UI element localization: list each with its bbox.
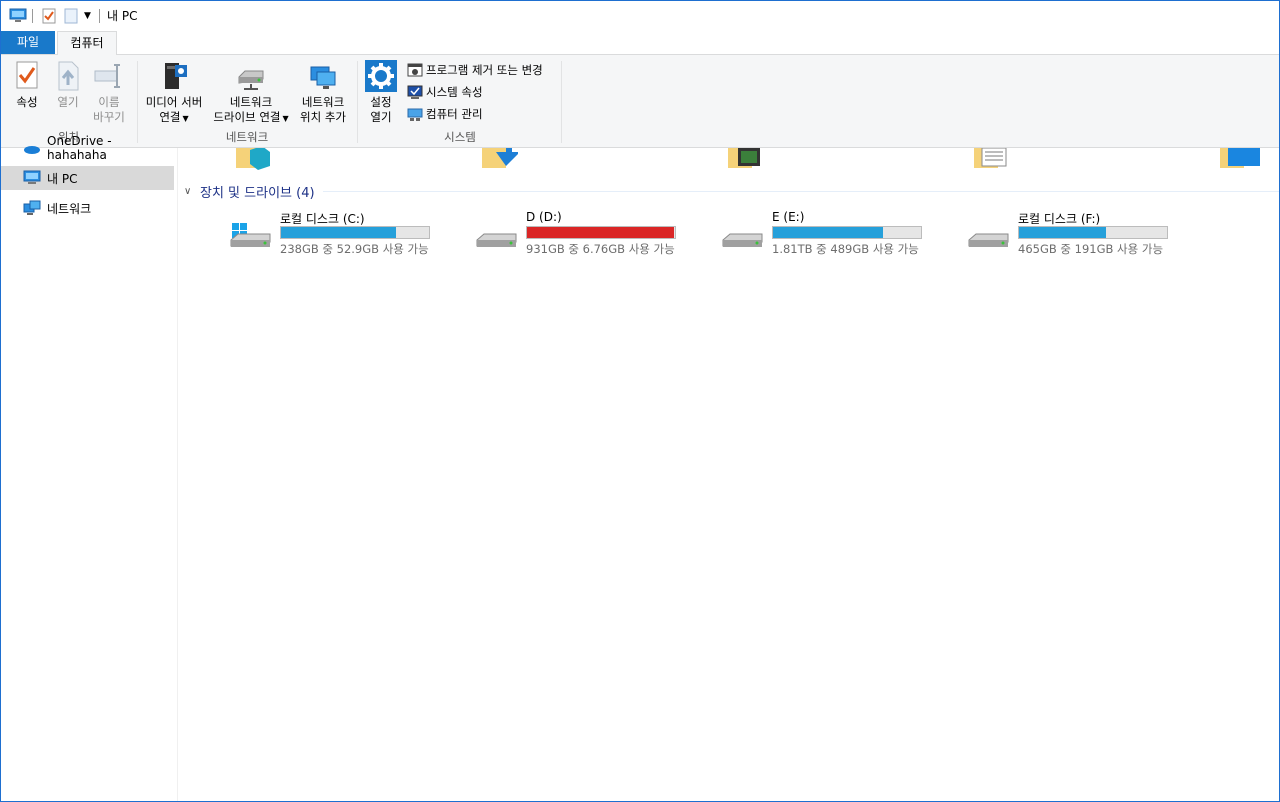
network-location-icon bbox=[306, 59, 340, 93]
properties-quick-icon[interactable] bbox=[42, 7, 56, 25]
title-bar: ▼ 내 PC bbox=[1, 1, 1279, 31]
drive-name: 로컬 디스크 (C:) bbox=[280, 212, 365, 226]
onedrive-icon bbox=[23, 140, 41, 156]
nav-label-network: 네트워크 bbox=[47, 201, 92, 216]
chevron-down-icon: ∨ bbox=[184, 185, 192, 197]
map-drive-label-line1: 네트워크 bbox=[229, 95, 273, 109]
properties-label: 속성 bbox=[16, 95, 38, 109]
uninstall-program-button[interactable]: 프로그램 제거 또는 변경 bbox=[407, 61, 543, 79]
rename-button[interactable]: 이름 바꾸기 bbox=[89, 59, 129, 125]
add-location-label-line2: 위치 추가 bbox=[300, 110, 346, 124]
window-title: 내 PC bbox=[107, 9, 138, 23]
add-network-location-button[interactable]: 네트워크 위치 추가 bbox=[295, 59, 351, 125]
hard-drive-icon bbox=[476, 233, 517, 247]
open-button[interactable]: 열기 bbox=[49, 59, 87, 110]
drive-usage-fill bbox=[527, 227, 674, 238]
uninstall-icon bbox=[407, 62, 423, 78]
os-drive-icon bbox=[230, 223, 271, 247]
videos-folder-icon[interactable] bbox=[728, 148, 764, 170]
drive-free-space: 931GB 중 6.76GB 사용 가능 bbox=[526, 242, 675, 256]
tab-computer[interactable]: 컴퓨터 bbox=[57, 31, 117, 55]
nav-item-network[interactable]: 네트워크 bbox=[1, 196, 174, 220]
settings-label-line2: 열기 bbox=[370, 110, 392, 124]
media-server-label-line2: 연결 bbox=[159, 110, 181, 124]
group-system: 설정 열기 프로그램 제거 또는 변경 시스템 속성 컴퓨터 관리 시스템 bbox=[359, 55, 561, 147]
drive-name: D (D:) bbox=[526, 210, 562, 224]
nav-item-this-pc[interactable]: 내 PC bbox=[1, 166, 174, 190]
navigation-pane: OneDrive - hahahaha 내 PC 네트워크 bbox=[1, 134, 178, 801]
network-icon bbox=[23, 200, 41, 216]
add-location-label-line1: 네트워크 bbox=[301, 95, 345, 109]
drive-free-space: 238GB 중 52.9GB 사용 가능 bbox=[280, 242, 429, 256]
tab-file[interactable]: 파일 bbox=[1, 31, 55, 54]
nav-label-this-pc: 내 PC bbox=[47, 171, 78, 186]
chevron-down-icon: ▼ bbox=[282, 114, 289, 123]
system-properties-label: 시스템 속성 bbox=[426, 85, 483, 99]
drive-item[interactable]: 로컬 디스크 (F:) 465GB 중 191GB 사용 가능 bbox=[916, 208, 1168, 260]
media-server-icon bbox=[157, 59, 191, 93]
drive-free-space: 465GB 중 191GB 사용 가능 bbox=[1018, 242, 1164, 256]
devices-and-drives-header[interactable]: ∨ 장치 및 드라이브 (4) bbox=[184, 182, 1279, 201]
map-network-drive-button[interactable]: 네트워크 드라이브 연결 ▼ bbox=[209, 59, 293, 126]
drive-free-space: 1.81TB 중 489GB 사용 가능 bbox=[772, 242, 919, 256]
computer-management-button[interactable]: 컴퓨터 관리 bbox=[407, 105, 483, 123]
open-settings-button[interactable]: 설정 열기 bbox=[363, 59, 399, 125]
drive-item[interactable]: 로컬 디스크 (C:) 238GB 중 52.9GB 사용 가능 bbox=[178, 208, 430, 260]
uninstall-label: 프로그램 제거 또는 변경 bbox=[426, 63, 543, 77]
hard-drive-icon bbox=[722, 233, 763, 247]
system-properties-button[interactable]: 시스템 속성 bbox=[407, 83, 483, 101]
hard-drive-icon bbox=[968, 233, 1009, 247]
rename-label-line2: 바꾸기 bbox=[93, 110, 125, 124]
devices-and-drives-title: 장치 및 드라이브 (4) bbox=[200, 185, 315, 201]
gear-icon bbox=[364, 59, 398, 93]
nav-item-onedrive[interactable]: OneDrive - hahahaha bbox=[1, 134, 174, 162]
map-drive-label-line2: 드라이브 연결 bbox=[213, 110, 281, 124]
properties-icon bbox=[10, 59, 44, 93]
drive-name: E (E:) bbox=[772, 210, 805, 224]
media-server-label-line1: 미디어 서버 bbox=[145, 95, 203, 109]
desktop-folder-icon[interactable] bbox=[1220, 148, 1260, 170]
drive-usage-bar bbox=[772, 226, 922, 239]
drive-usage-bar bbox=[280, 226, 430, 239]
chevron-down-icon: ▼ bbox=[182, 114, 189, 123]
nav-label-onedrive: OneDrive - hahahaha bbox=[47, 134, 112, 162]
system-properties-icon bbox=[407, 84, 423, 100]
computer-icon bbox=[23, 170, 41, 186]
drive-usage-fill bbox=[1019, 227, 1107, 238]
settings-label-line1: 설정 bbox=[370, 95, 392, 109]
computer-management-icon bbox=[407, 106, 423, 122]
drive-item[interactable]: E (E:) 1.81TB 중 489GB 사용 가능 bbox=[670, 208, 922, 260]
properties-button[interactable]: 속성 bbox=[7, 59, 47, 110]
explorer-window: ▼ 내 PC 파일 컴퓨터 속성 열기 이름 바꾸기 위치 미디어 서버 연결 … bbox=[0, 0, 1280, 802]
drive-item[interactable]: D (D:) 931GB 중 6.76GB 사용 가능 bbox=[424, 208, 676, 260]
drive-usage-fill bbox=[281, 227, 397, 238]
rename-label-line1: 이름 bbox=[98, 95, 120, 109]
objects-3d-folder-icon[interactable] bbox=[236, 148, 272, 170]
drive-name: 로컬 디스크 (F:) bbox=[1018, 212, 1101, 226]
customize-quick-access-icon[interactable]: ▼ bbox=[84, 7, 91, 25]
computer-management-label: 컴퓨터 관리 bbox=[426, 107, 483, 121]
media-server-button[interactable]: 미디어 서버 연결 ▼ bbox=[141, 59, 207, 126]
drive-usage-bar bbox=[1018, 226, 1168, 239]
ribbon-tabs: 파일 컴퓨터 bbox=[1, 31, 1279, 81]
network-drive-icon bbox=[234, 59, 268, 93]
computer-icon bbox=[9, 7, 27, 25]
downloads-folder-icon[interactable] bbox=[482, 148, 518, 170]
open-label: 열기 bbox=[57, 95, 79, 109]
drive-usage-bar bbox=[526, 226, 676, 239]
rename-icon bbox=[92, 59, 126, 93]
open-icon bbox=[51, 59, 85, 93]
ribbon: 속성 열기 이름 바꾸기 위치 미디어 서버 연결 ▼ 네트워크 드라이브 연결… bbox=[1, 55, 1279, 148]
group-system-label: 시스템 bbox=[444, 130, 476, 144]
content-area: ∨ 장치 및 드라이브 (4) 로컬 디스크 (C:) 238GB 중 52.9… bbox=[178, 148, 1279, 801]
documents-folder-icon[interactable] bbox=[974, 148, 1010, 170]
drive-usage-fill bbox=[773, 227, 883, 238]
new-folder-quick-icon[interactable] bbox=[64, 7, 78, 25]
